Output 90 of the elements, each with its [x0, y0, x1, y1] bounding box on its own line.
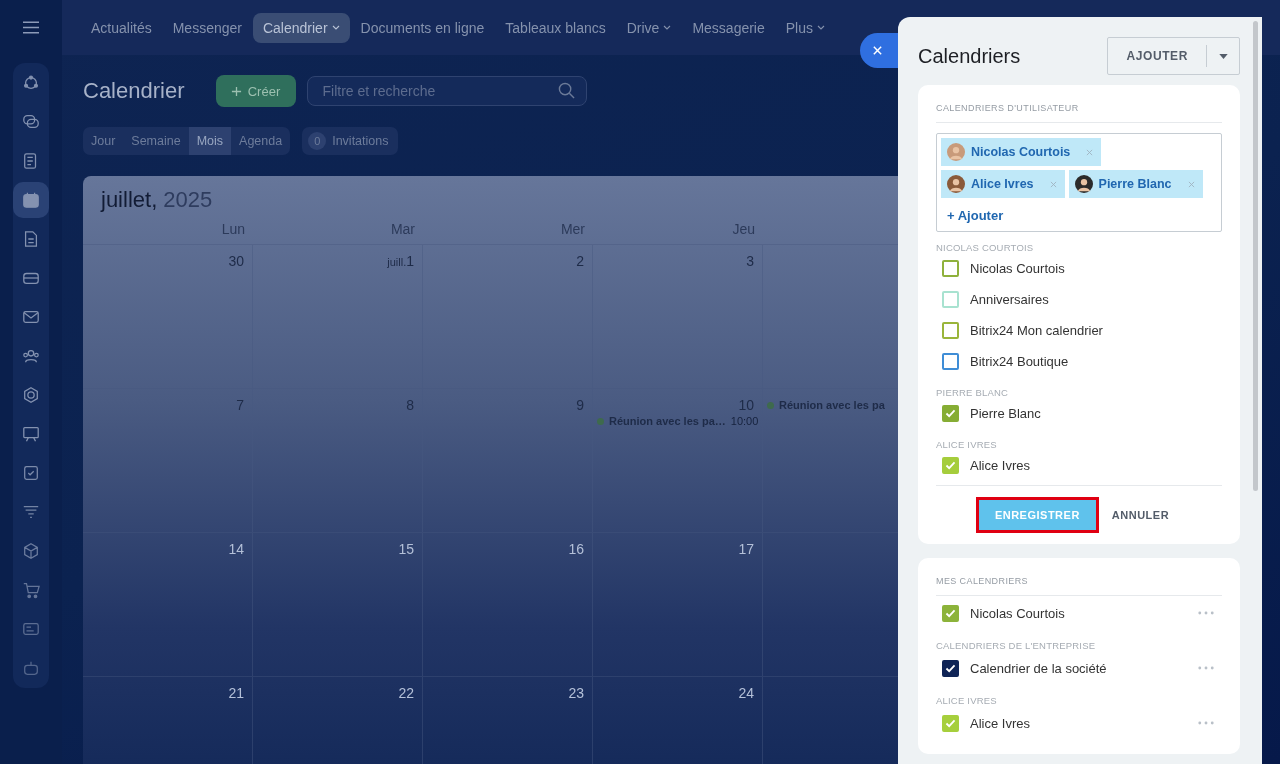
close-icon — [872, 45, 883, 56]
check-icon — [945, 718, 956, 728]
day-number: 17 — [738, 541, 754, 557]
panel-title: Calendriers — [918, 44, 1021, 68]
chevron-icon[interactable] — [817, 25, 825, 30]
day-number: 9 — [576, 397, 584, 413]
checkbox[interactable] — [942, 604, 959, 622]
day-number: 24 — [738, 685, 754, 701]
calendar-name: Anniversaires — [970, 292, 1050, 307]
nav-tab[interactable]: Messagerie — [682, 12, 775, 43]
page-title: Calendrier — [83, 78, 185, 104]
avatar-icon — [947, 143, 965, 161]
checkbox[interactable] — [942, 659, 959, 677]
group-heading: NICOLAS COURTOIS — [936, 242, 1035, 253]
check-icon — [945, 608, 956, 618]
nav-tab[interactable]: Calendrier — [252, 12, 350, 43]
checkbox[interactable] — [942, 405, 959, 422]
add-split-button[interactable]: AJOUTER — [1107, 37, 1240, 75]
checkbox[interactable] — [942, 457, 959, 474]
day-number: 23 — [568, 685, 584, 701]
check-icon — [945, 409, 956, 418]
group-heading: PIERRE BLANC — [936, 387, 1010, 398]
nav-tab[interactable]: Drive — [616, 12, 682, 43]
section-heading: CALENDRIERS D'UTILISATEUR — [936, 103, 1222, 123]
create-button[interactable]: Créer — [215, 75, 296, 107]
day-number: 2 — [576, 253, 584, 269]
day-number: 16 — [568, 541, 584, 557]
cancel-button[interactable]: ANNULER — [1101, 509, 1180, 521]
weekday-label: Lun — [220, 220, 246, 237]
more-icon[interactable] — [1198, 666, 1214, 670]
add-link[interactable]: + Ajouter — [947, 208, 1217, 223]
avatar-icon — [947, 175, 965, 193]
day-number: 10 — [738, 397, 754, 413]
close-button[interactable] — [860, 33, 898, 68]
invitations-button[interactable]: 0 Invitations — [302, 127, 399, 155]
day-number: 14 — [228, 541, 244, 557]
day-number: 3 — [746, 253, 754, 269]
section-heading: MES CALENDRIERS — [936, 576, 1222, 596]
weekday-label: Mer — [559, 220, 586, 237]
calendar-name: Bitrix24 Boutique — [970, 354, 1070, 369]
check-icon — [945, 663, 956, 673]
day-number: 21 — [228, 685, 244, 701]
check-icon — [945, 461, 956, 470]
calendar-name: Alice Ivres — [970, 715, 1031, 731]
checkbox[interactable] — [942, 322, 959, 339]
chevron-icon[interactable] — [331, 25, 340, 30]
nav-tab[interactable]: Actualités — [81, 12, 162, 43]
view-tab[interactable]: Agenda — [231, 127, 291, 155]
user-tag[interactable]: Nicolas Courtois — [941, 138, 1102, 166]
day-number: 30 — [228, 253, 244, 269]
checkbox[interactable] — [942, 260, 959, 277]
menu-icon[interactable] — [23, 21, 39, 34]
calendar-name: Nicolas Courtois — [970, 261, 1066, 276]
view-tab[interactable]: Mois — [188, 127, 232, 155]
more-icon[interactable] — [1198, 611, 1214, 615]
caret-icon[interactable] — [1219, 53, 1228, 59]
weekday-label: Mar — [389, 220, 416, 237]
scrollbar[interactable] — [1253, 21, 1258, 491]
calendar-icon[interactable] — [13, 182, 49, 218]
view-tab[interactable]: Jour — [83, 127, 124, 155]
view-tab[interactable]: Semaine — [123, 127, 189, 155]
user-selector[interactable]: Nicolas Courtois Alice Ivres Pierre Blanc + Ajouter — [936, 133, 1222, 232]
search-icon[interactable] — [557, 82, 575, 99]
chevron-icon[interactable] — [663, 25, 672, 30]
group-heading: ALICE IVRES — [936, 695, 998, 706]
avatar-icon — [1074, 175, 1093, 193]
plus-icon — [230, 85, 242, 97]
day-number: 8 — [406, 397, 414, 413]
checkbox[interactable] — [942, 353, 959, 370]
nav-tab[interactable]: Documents en ligne — [350, 12, 495, 43]
calendar-name: Calendrier de la société — [970, 660, 1108, 676]
weekday-label: Jeu — [731, 220, 756, 237]
nav-tab[interactable]: Tableaux blancs — [495, 12, 616, 43]
day-number: 15 — [398, 541, 414, 557]
user-tag[interactable]: Pierre Blanc — [1068, 170, 1203, 198]
nav-tab[interactable]: Messenger — [162, 12, 252, 43]
group-heading: ALICE IVRES — [936, 439, 998, 450]
day-number: juill.1 — [387, 253, 414, 269]
calendar-name: Alice Ivres — [970, 458, 1031, 473]
more-icon[interactable] — [1198, 721, 1214, 725]
calendar-name: Bitrix24 Mon calendrier — [970, 323, 1104, 338]
month-title: juillet, 2025 — [99, 186, 214, 213]
user-tag[interactable]: Alice Ivres — [941, 170, 1065, 198]
day-number: 22 — [398, 685, 414, 701]
nav-tab[interactable]: Plus — [775, 12, 835, 43]
calendar-name: Pierre Blanc — [970, 406, 1042, 421]
calendar-name: Nicolas Courtois — [970, 605, 1066, 621]
search-field[interactable]: Filtre et recherche — [306, 76, 587, 106]
day-number: 7 — [236, 397, 244, 413]
group-heading: CALENDRIERS DE L'ENTREPRISE — [936, 640, 1097, 651]
